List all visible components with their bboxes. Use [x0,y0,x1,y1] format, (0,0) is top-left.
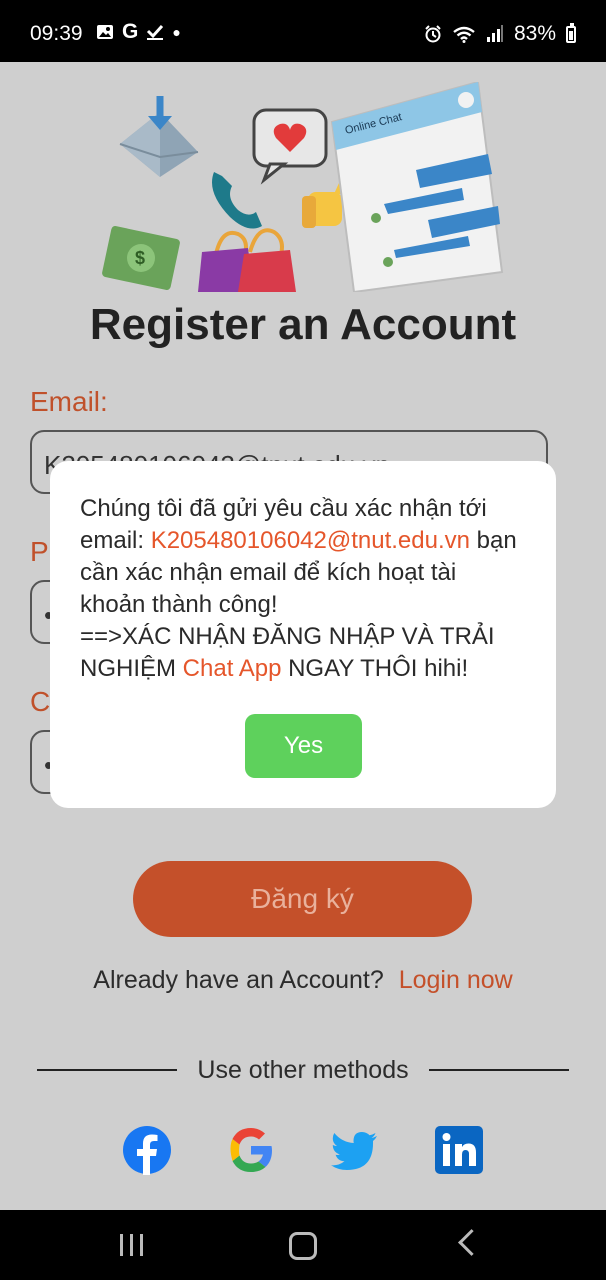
dialog-line-4: NGAY THÔI hihi! [281,655,469,682]
dialog-app-name: Chat App [182,655,282,682]
linkedin-icon[interactable] [434,1125,484,1175]
status-time: 09:39 [30,22,83,45]
other-methods-text: Use other methods [183,1056,423,1084]
login-now-link[interactable]: Login now [399,966,513,994]
chat-window-illustration: Online Chat [330,82,504,292]
envelope-icon [119,96,199,177]
svg-text:$: $ [135,248,145,268]
google-icon[interactable] [226,1125,276,1175]
battery-icon [566,22,576,43]
money-icon: $ [102,226,180,290]
alarm-icon [425,25,441,43]
system-icons: 83% [424,22,576,46]
status-bar: 09:39 G ● 83% [0,0,606,62]
google-icon: G [122,20,139,43]
hero-illustration: $ Online Chat [102,82,504,292]
shopping-bags-icon [198,228,296,292]
twitter-icon[interactable] [330,1125,380,1175]
password-label: P [30,536,49,567]
check-icon [147,24,164,40]
dialog-email: K205480106042@tnut.edu.vn [150,527,470,554]
battery-percent: 83% [513,22,556,45]
other-methods-divider: Use other methods [37,1056,569,1086]
confirm-password-label: C [30,686,51,717]
have-account-text: Already have an Account? [93,966,384,994]
confirmation-dialog: Chúng tôi đã gửi yêu cầu xác nhận tới em… [50,461,556,808]
navigation-bar [0,1210,606,1280]
wifi-icon [453,26,475,43]
dot-icon: ● [172,24,181,40]
page-title: Register an Account [89,300,517,349]
heart-bubble-icon [252,108,328,185]
recent-apps-icon[interactable] [120,1234,144,1256]
email-label: Email: [30,386,108,417]
signal-icon [486,25,503,42]
login-prompt: Already have an Account? Login now [0,966,606,995]
notification-icons: G ● [96,20,181,43]
register-button[interactable]: Đăng ký [133,861,472,937]
back-icon[interactable] [458,1229,485,1256]
phone-icon [212,172,262,229]
home-icon[interactable] [289,1232,317,1260]
facebook-icon[interactable] [122,1125,172,1175]
image-icon [97,25,113,39]
dialog-message: Chúng tôi đã gửi yêu cầu xác nhận tới em… [80,493,526,685]
yes-button[interactable]: Yes [245,714,362,778]
